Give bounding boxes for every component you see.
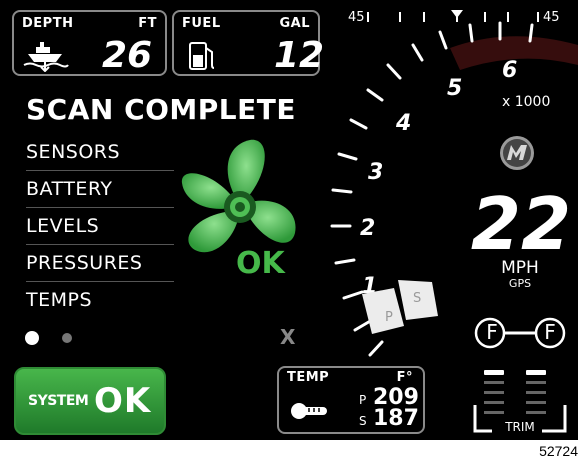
steering-pointer-icon <box>451 10 463 18</box>
fuel-unit: GAL <box>279 16 310 31</box>
trim-label: TRIM <box>505 420 535 434</box>
temp-stbd-label: S <box>359 414 367 428</box>
depth-unit: FT <box>138 16 157 31</box>
temp-stbd-value: 187 <box>373 406 419 431</box>
fuel-label: FUEL <box>182 16 221 31</box>
thermometer-icon <box>291 403 327 419</box>
fuel-value: 12 <box>274 35 325 76</box>
temp-label: TEMP <box>287 370 330 385</box>
tach-mark-2: 2 <box>360 216 376 241</box>
page-dot-inactive[interactable] <box>62 333 72 343</box>
trim-tab-starboard-label: S <box>413 291 422 306</box>
depth-gauge[interactable]: DEPTH FT 26 <box>12 10 167 76</box>
tach-mark-5: 5 <box>447 76 463 101</box>
scan-item-pressures[interactable]: PRESSURES <box>26 245 174 282</box>
trim-tab-port-label: P <box>385 310 393 325</box>
gear-starboard-indicator: F <box>544 320 556 344</box>
temp-port-label: P <box>359 393 367 407</box>
scan-item-temps[interactable]: TEMPS <box>26 282 174 319</box>
depth-value: 26 <box>102 35 153 76</box>
system-ok-value: OK <box>94 381 152 421</box>
close-button[interactable]: X <box>280 325 295 349</box>
tach-mark-4: 4 <box>396 111 412 136</box>
gear-port-indicator: F <box>486 320 498 344</box>
page-dot-active[interactable] <box>25 331 39 345</box>
boat-depth-icon <box>23 42 69 72</box>
scan-item-sensors[interactable]: SENSORS <box>26 134 174 171</box>
speed-unit: MPH <box>501 258 539 278</box>
system-label: SYSTEM <box>28 393 89 409</box>
temperature-gauge[interactable]: TEMP F° P 209 S 187 <box>277 366 425 434</box>
system-status-button[interactable]: SYSTEM OK <box>14 367 166 435</box>
tach-mark-3: 3 <box>368 160 384 185</box>
tach-multiplier: x 1000 <box>502 94 551 110</box>
fuel-gauge[interactable]: FUEL GAL 12 <box>172 10 324 76</box>
speed-source: GPS <box>508 277 532 290</box>
scan-title: SCAN COMPLETE <box>26 93 296 126</box>
trim-tabs-icon <box>362 280 438 334</box>
speed-value: 22 <box>470 182 572 266</box>
figure-id: 52724 <box>539 443 578 459</box>
depth-label: DEPTH <box>22 16 74 31</box>
mercury-logo-icon <box>500 136 534 170</box>
scan-item-levels[interactable]: LEVELS <box>26 208 174 245</box>
tach-mark-6: 6 <box>502 58 518 83</box>
scan-item-battery[interactable]: BATTERY <box>26 171 174 208</box>
temp-unit: F° <box>396 370 413 385</box>
propeller-status: OK <box>236 246 285 281</box>
fuel-pump-icon <box>189 42 215 70</box>
helm-display-screen: DEPTH FT 26 FUEL GAL 12 45 45 SCAN COMPL… <box>0 0 578 440</box>
